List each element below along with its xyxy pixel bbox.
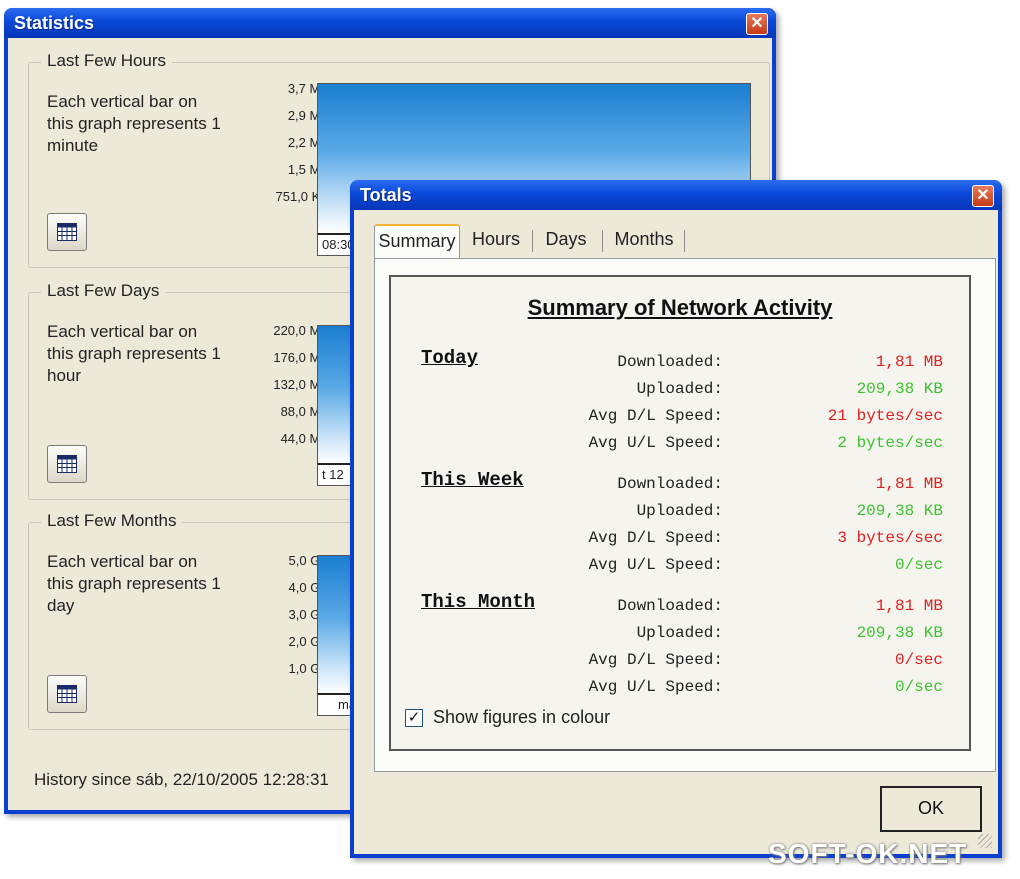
ok-button[interactable]: OK xyxy=(880,786,982,832)
row-label: Uploaded: xyxy=(636,502,723,520)
tab-days[interactable]: Days xyxy=(536,224,596,256)
calendar-button[interactable] xyxy=(47,213,87,251)
summary-title: Summary of Network Activity xyxy=(391,295,969,321)
tab-separator xyxy=(684,230,685,252)
resize-grip-icon[interactable] xyxy=(978,834,992,848)
today-avg-ul-value: 2 bytes/sec xyxy=(837,434,943,452)
totals-title: Totals xyxy=(360,185,412,205)
watermark: SOFT-OK.NET xyxy=(768,838,968,869)
row-label: Downloaded: xyxy=(617,597,723,615)
row-label: Uploaded: xyxy=(636,624,723,642)
statistics-close-button[interactable]: ✕ xyxy=(746,13,768,35)
section-title-this-month: This Month xyxy=(421,591,536,613)
week-uploaded-value: 209,38 KB xyxy=(856,502,943,520)
totals-client: Summary Hours Days Months Summary of Net… xyxy=(354,210,998,854)
row-label: Avg U/L Speed: xyxy=(588,678,723,696)
calendar-icon xyxy=(57,685,77,703)
row-label: Avg D/L Speed: xyxy=(588,529,723,547)
calendar-button[interactable] xyxy=(47,445,87,483)
section-title-today: Today xyxy=(421,347,479,369)
today-avg-dl-value: 21 bytes/sec xyxy=(827,407,943,425)
today-downloaded-value: 1,81 MB xyxy=(875,353,943,371)
calendar-icon xyxy=(57,455,77,473)
tab-months[interactable]: Months xyxy=(606,224,682,256)
group-label: Last Few Days xyxy=(41,281,166,301)
group-description: Each vertical bar on this graph represen… xyxy=(47,92,221,155)
totals-close-button[interactable]: ✕ xyxy=(972,185,994,207)
history-since-text: History since sáb, 22/10/2005 12:28:31 xyxy=(34,770,329,789)
section-title-this-week: This Week xyxy=(421,469,524,491)
row-label: Avg D/L Speed: xyxy=(588,651,723,669)
week-avg-ul-value: 0/sec xyxy=(894,556,943,574)
month-avg-dl-value: 0/sec xyxy=(894,651,943,669)
x-axis-label: t 12 xyxy=(322,467,344,482)
tab-summary[interactable]: Summary xyxy=(374,224,460,260)
tab-separator xyxy=(532,230,533,252)
row-label: Avg D/L Speed: xyxy=(588,407,723,425)
statistics-titlebar[interactable]: Statistics ✕ xyxy=(4,8,776,38)
row-label: Downloaded: xyxy=(617,353,723,371)
totals-titlebar[interactable]: Totals ✕ xyxy=(350,180,1002,210)
week-downloaded-value: 1,81 MB xyxy=(875,475,943,493)
month-uploaded-value: 209,38 KB xyxy=(856,624,943,642)
tab-separator xyxy=(602,230,603,252)
month-downloaded-value: 1,81 MB xyxy=(875,597,943,615)
calendar-button[interactable] xyxy=(47,675,87,713)
totals-window: Totals ✕ Summary Hours Days Months Summa… xyxy=(350,180,1002,858)
week-avg-dl-value: 3 bytes/sec xyxy=(837,529,943,547)
group-description: Each vertical bar on this graph represen… xyxy=(47,552,221,615)
row-label: Downloaded: xyxy=(617,475,723,493)
group-label: Last Few Hours xyxy=(41,51,173,71)
today-uploaded-value: 209,38 KB xyxy=(856,380,943,398)
group-description: Each vertical bar on this graph represen… xyxy=(47,322,221,385)
group-label: Last Few Months xyxy=(41,511,183,531)
calendar-icon xyxy=(57,223,77,241)
show-colour-checkbox[interactable]: ✓ xyxy=(405,709,423,727)
summary-box: Summary of Network Activity Today Downlo… xyxy=(389,275,971,751)
month-avg-ul-value: 0/sec xyxy=(894,678,943,696)
row-label: Avg U/L Speed: xyxy=(588,556,723,574)
row-label: Uploaded: xyxy=(636,380,723,398)
show-colour-label[interactable]: Show figures in colour xyxy=(433,707,610,728)
summary-title-text: Summary of Network Activity xyxy=(527,295,833,320)
row-label: Avg U/L Speed: xyxy=(588,434,723,452)
tab-hours[interactable]: Hours xyxy=(466,224,526,256)
summary-panel: Summary of Network Activity Today Downlo… xyxy=(374,258,996,772)
statistics-title: Statistics xyxy=(14,13,95,33)
